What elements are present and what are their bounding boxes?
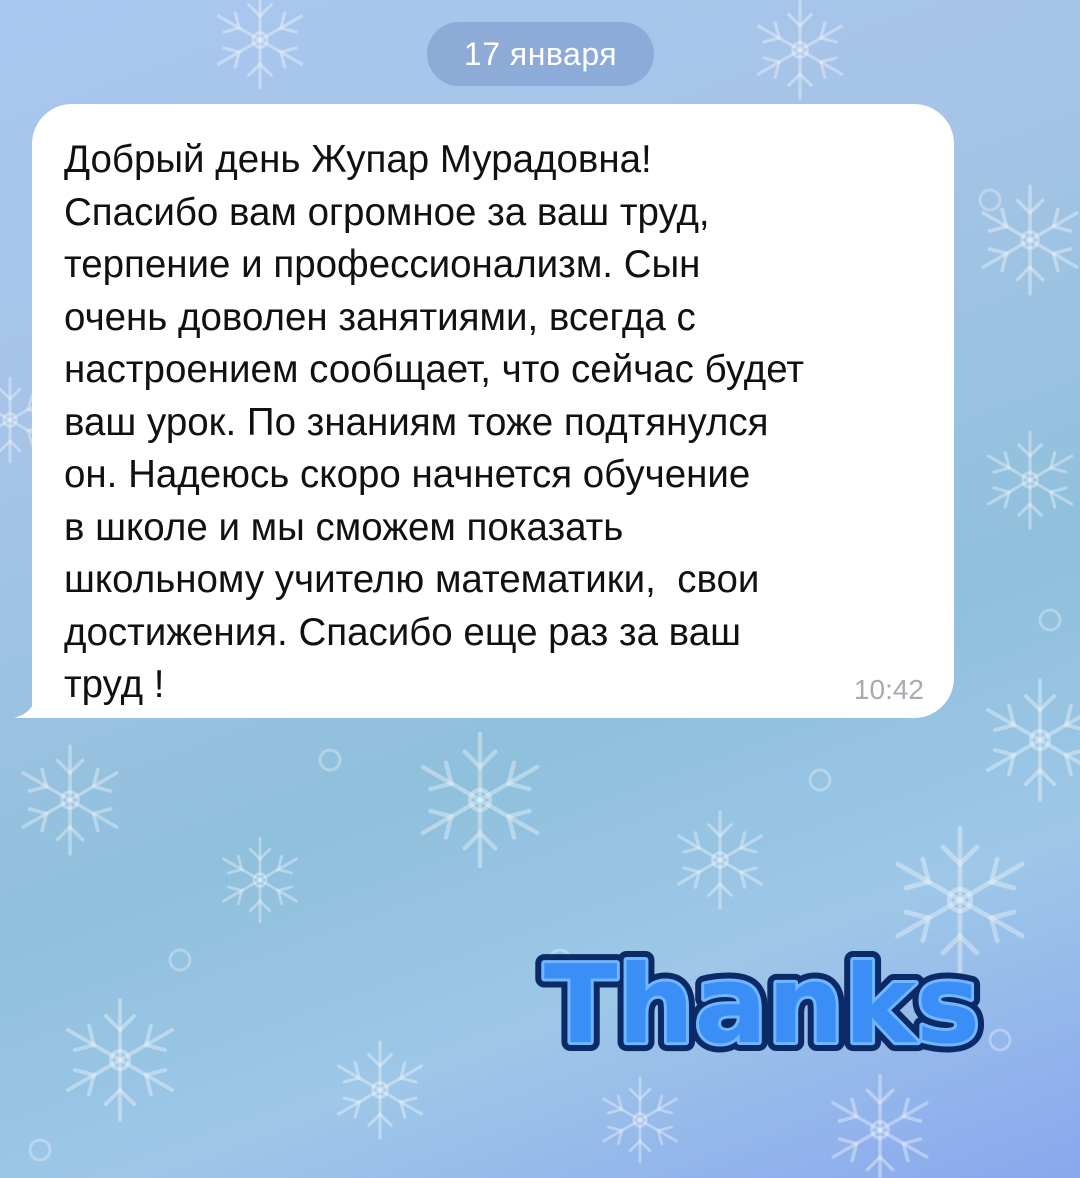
sticker-text: Thanks bbox=[544, 943, 980, 1066]
message-text: Добрый день Жупар Мурадовна! Спасибо вам… bbox=[64, 138, 805, 706]
date-label: 17 января bbox=[463, 36, 618, 72]
date-separator-badge: 17 января bbox=[427, 22, 654, 86]
message-timestamp: 10:42 bbox=[853, 674, 924, 705]
incoming-message-bubble[interactable]: Добрый день Жупар Мурадовна! Спасибо вам… bbox=[32, 104, 954, 718]
thanks-sticker[interactable]: Thanks Thanks Thanks bbox=[532, 934, 992, 1066]
